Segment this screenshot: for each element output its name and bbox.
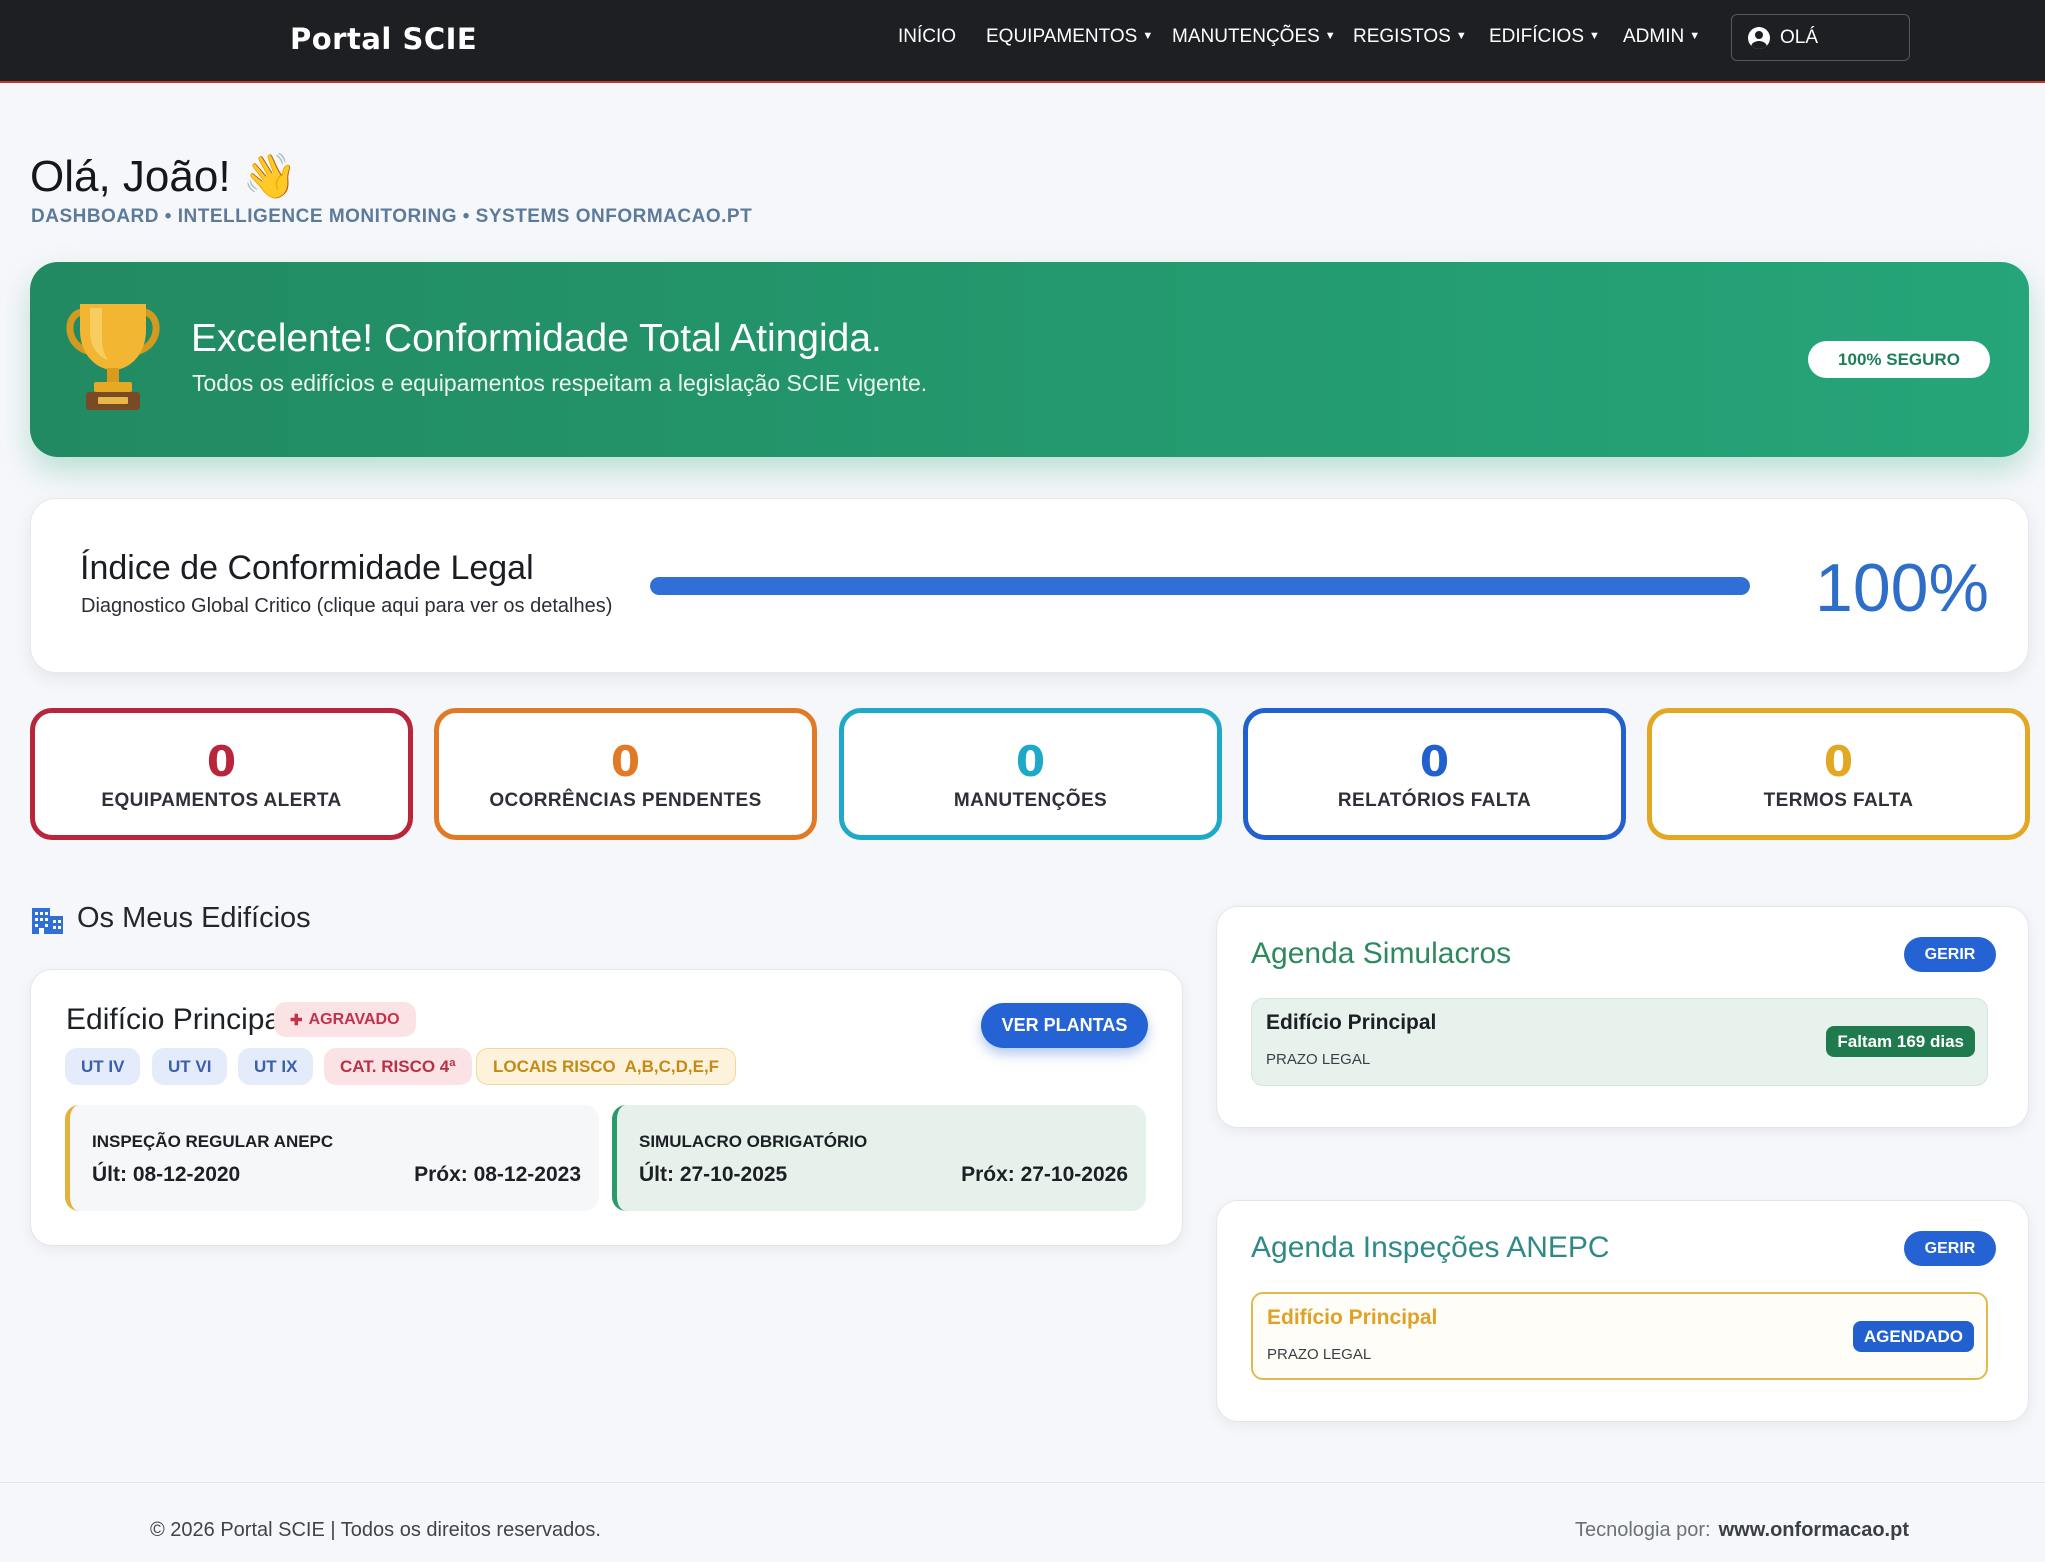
view-floorplans-button[interactable]: VER PLANTAS (981, 1003, 1148, 1048)
stat-relatorios-falta[interactable]: 0 RELATÓRIOS FALTA (1243, 708, 1626, 840)
nav-item-label: INÍCIO (898, 26, 957, 47)
stat-termos-falta[interactable]: 0 TERMOS FALTA (1647, 708, 2030, 840)
page-footer: © 2026 Portal SCIE | Todos os direitos r… (0, 1482, 2045, 1562)
caret-down-icon: ▼ (1324, 30, 1336, 42)
stat-equipamentos-alerta[interactable]: 0 EQUIPAMENTOS ALERTA (30, 708, 413, 840)
chip-risk-locations: LOCAIS RISCO A,B,C,D,E,F (476, 1048, 737, 1085)
compliance-percentage: 100% (1815, 550, 1989, 626)
page-title: Olá, João! 👋 (30, 150, 298, 202)
box-title: INSPEÇÃO REGULAR ANEPC (92, 1132, 334, 1151)
nav-item-label: ADMIN (1623, 26, 1685, 47)
manage-button[interactable]: GERIR (1904, 937, 1996, 972)
user-circle-icon (1748, 26, 1770, 49)
footer-tech-link[interactable]: www.onformacao.pt (1719, 1519, 1909, 1541)
row-subtitle: PRAZO LEGAL (1267, 1346, 1372, 1363)
user-menu-label: OLÁ (1780, 26, 1819, 48)
stat-value: 0 (206, 737, 237, 786)
footer-tech-label: Tecnologia por: (1574, 1519, 1711, 1541)
stat-label: MANUTENÇÕES (953, 790, 1108, 811)
nav-item-edificios[interactable]: EDIFÍCIOS ▼ (1489, 26, 1600, 48)
building-name: Edifício Principal (66, 1003, 288, 1036)
stat-label: TERMOS FALTA (1763, 790, 1914, 811)
nav-item-label: EDIFÍCIOS (1489, 26, 1585, 47)
row-subtitle: PRAZO LEGAL (1266, 1051, 1371, 1068)
stat-ocorrencias-pendentes[interactable]: 0 OCORRÊNCIAS PENDENTES (434, 708, 817, 840)
box-title: SIMULACRO OBRIGATÓRIO (639, 1132, 868, 1151)
last-date: Últ: 27-10-2025 (639, 1163, 788, 1186)
manage-button[interactable]: GERIR (1904, 1231, 1996, 1266)
stat-value: 0 (1015, 737, 1046, 786)
inspection-box: INSPEÇÃO REGULAR ANEPC Últ: 08-12-2020 P… (65, 1105, 599, 1211)
nav-item-label: EQUIPAMENTOS (986, 26, 1138, 47)
stat-value: 0 (1823, 737, 1854, 786)
caret-down-icon: ▼ (1689, 30, 1701, 42)
buildings-section-title: Os Meus Edifícios (30, 902, 311, 935)
scheduled-badge: AGENDADO (1852, 1321, 1974, 1352)
index-title: Índice de Conformidade Legal (80, 549, 534, 587)
agenda-row[interactable]: Edifício Principal PRAZO LEGAL Faltam 16… (1251, 998, 1988, 1086)
agenda-simulacros-card: Agenda Simulacros GERIR Edifício Princip… (1216, 906, 2029, 1128)
status-badge: ✚ AGRAVADO (274, 1002, 416, 1037)
banner-text: Todos os edifícios e equipamentos respei… (192, 370, 928, 396)
agenda-title: Agenda Simulacros (1251, 937, 1512, 970)
building-icon (32, 907, 63, 934)
top-navbar: Portal SCIE INÍCIO EQUIPAMENTOS ▼ MANUTEN… (0, 0, 2045, 83)
stat-label: RELATÓRIOS FALTA (1337, 790, 1532, 811)
stat-value: 0 (610, 737, 641, 786)
banner-title: Excelente! Conformidade Total Atingida. (191, 317, 882, 360)
building-card: Edifício Principal ✚ AGRAVADO VER PLANTA… (30, 969, 1183, 1246)
next-date: Próx: 08-12-2023 (414, 1163, 581, 1186)
row-building-name: Edifício Principal (1266, 1011, 1437, 1034)
agenda-row[interactable]: Edifício Principal PRAZO LEGAL AGENDADO (1251, 1292, 1988, 1380)
days-remaining-badge: Faltam 169 dias (1826, 1026, 1975, 1057)
agenda-title: Agenda Inspeções ANEPC (1251, 1231, 1610, 1264)
nav-item-equipamentos[interactable]: EQUIPAMENTOS ▼ (986, 26, 1153, 48)
nav-item-label: MANUTENÇÕES (1172, 26, 1320, 47)
chip-risk-category: CAT. RISCO 4ª (324, 1048, 472, 1085)
compliance-index-card[interactable]: Índice de Conformidade Legal Diagnostico… (30, 498, 2029, 673)
caret-down-icon: ▼ (1455, 30, 1467, 42)
greeting-text: Olá, João! (30, 152, 231, 201)
stat-label: EQUIPAMENTOS ALERTA (101, 790, 342, 811)
compliance-banner: Excelente! Conformidade Total Atingida. … (30, 262, 2029, 457)
last-date: Últ: 08-12-2020 (92, 1163, 241, 1186)
compliance-progress-bar (650, 577, 1750, 595)
user-menu-button[interactable]: OLÁ (1731, 14, 1910, 61)
nav-item-admin[interactable]: ADMIN ▼ (1623, 26, 1700, 48)
chip-ut: UT IX (238, 1048, 314, 1085)
footer-copyright: © 2026 Portal SCIE | Todos os direitos r… (150, 1519, 601, 1541)
stat-manutencoes[interactable]: 0 MANUTENÇÕES (839, 708, 1222, 840)
waving-hand-icon: 👋 (242, 152, 298, 201)
nav-item-registos[interactable]: REGISTOS ▼ (1353, 26, 1467, 48)
chip-ut: UT VI (152, 1048, 228, 1085)
nav-item-label: REGISTOS (1353, 26, 1451, 47)
safety-badge: 100% SEGURO (1808, 341, 1990, 378)
section-title-text: Os Meus Edifícios (77, 902, 311, 934)
agenda-inspecoes-card: Agenda Inspeções ANEPC GERIR Edifício Pr… (1216, 1200, 2029, 1422)
footer-tech: Tecnologia por: www.onformacao.pt (1575, 1519, 1909, 1542)
next-date: Próx: 27-10-2026 (961, 1163, 1128, 1186)
trophy-icon (66, 304, 160, 410)
row-building-name: Edifício Principal (1267, 1306, 1438, 1329)
nav-item-manutencoes[interactable]: MANUTENÇÕES ▼ (1172, 26, 1336, 48)
index-description-link[interactable]: Diagnostico Global Critico (clique aqui … (81, 595, 612, 618)
brand-logo[interactable]: Portal SCIE (290, 22, 477, 56)
caret-down-icon: ▼ (1142, 30, 1154, 42)
nav-item-inicio[interactable]: INÍCIO (898, 26, 956, 48)
status-badge-label: AGRAVADO (308, 1010, 400, 1028)
caret-down-icon: ▼ (1589, 30, 1600, 42)
progress-fill (650, 577, 1750, 595)
alert-icon: ✚ (290, 1011, 303, 1029)
stat-label: OCORRÊNCIAS PENDENTES (489, 790, 762, 811)
stat-value: 0 (1419, 737, 1450, 786)
drill-box: SIMULACRO OBRIGATÓRIO Últ: 27-10-2025 Pr… (612, 1105, 1146, 1211)
chip-ut: UT IV (65, 1048, 141, 1085)
page-subtitle: DASHBOARD • INTELLIGENCE MONITORING • SY… (31, 206, 753, 227)
